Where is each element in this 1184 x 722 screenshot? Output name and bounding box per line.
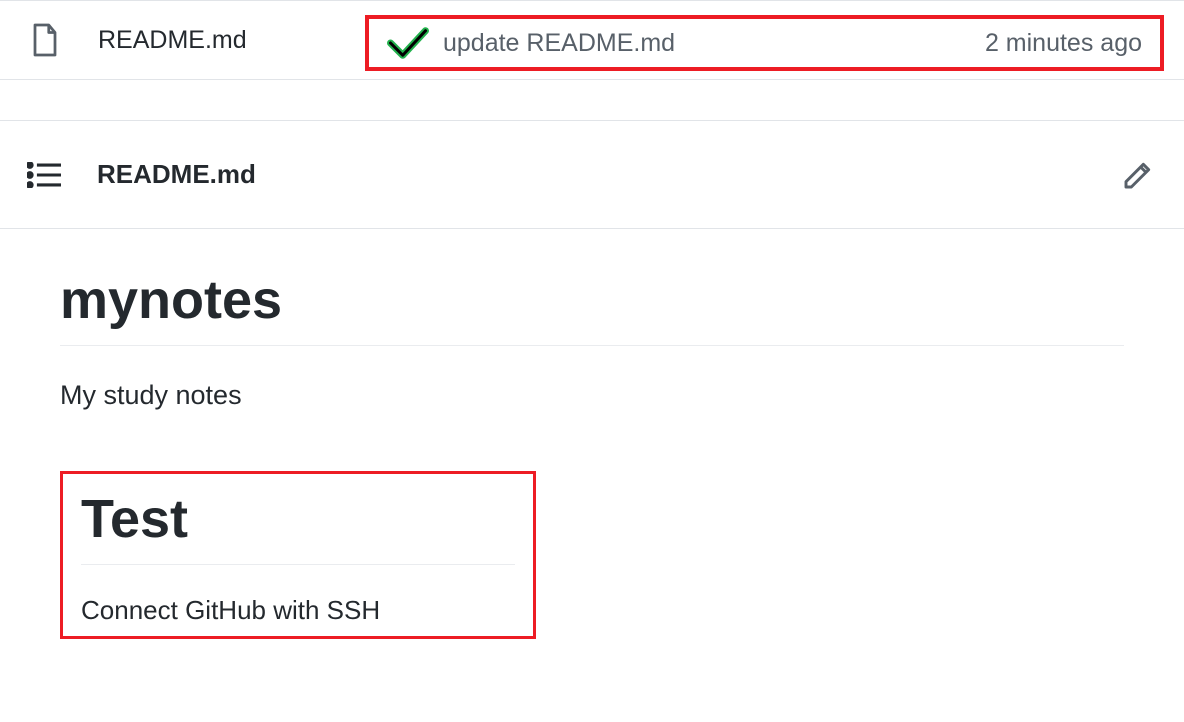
readme-panel: README.md mynotes My study notes Test Co… (0, 120, 1184, 639)
readme-heading-test: Test (81, 488, 515, 565)
checkmark-icon (387, 27, 429, 59)
readme-body: mynotes My study notes Test Connect GitH… (0, 229, 1184, 639)
readme-title: README.md (97, 159, 1122, 190)
file-name-link[interactable]: README.md (98, 26, 358, 55)
pencil-icon[interactable] (1122, 159, 1154, 191)
commit-message-link[interactable]: update README.md (443, 29, 985, 58)
commit-time: 2 minutes ago (985, 29, 1142, 58)
file-row: README.md update README.md 2 minutes ago (0, 0, 1184, 80)
readme-paragraph-studynotes: My study notes (60, 380, 1124, 411)
readme-heading-mynotes: mynotes (60, 269, 1124, 346)
commit-highlight-box: update README.md 2 minutes ago (365, 15, 1164, 71)
readme-header: README.md (0, 121, 1184, 229)
list-icon[interactable] (27, 162, 61, 188)
section-highlight-box: Test Connect GitHub with SSH (60, 471, 536, 639)
readme-paragraph-ssh: Connect GitHub with SSH (81, 595, 515, 626)
file-icon (30, 22, 60, 58)
